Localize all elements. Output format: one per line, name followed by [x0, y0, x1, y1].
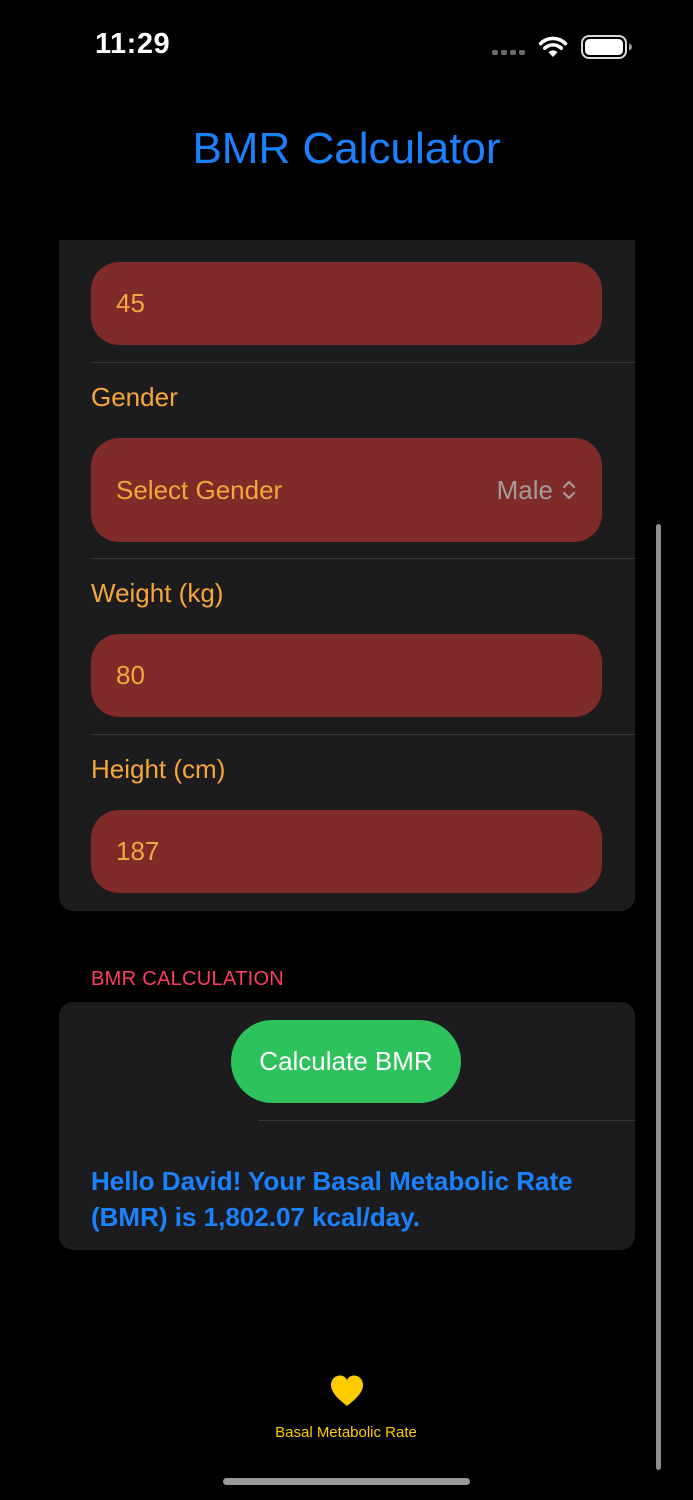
page-title: BMR Calculator: [192, 124, 501, 173]
gender-picker-label: Select Gender: [116, 474, 283, 505]
row-divider: [91, 734, 635, 735]
battery-icon: [581, 35, 632, 59]
height-label: Height (cm): [91, 754, 226, 784]
row-divider: [91, 558, 635, 559]
home-indicator[interactable]: [223, 1478, 470, 1485]
gender-picker[interactable]: Select Gender Male: [91, 438, 602, 542]
scroll-indicator[interactable]: [656, 524, 661, 1470]
status-time: 11:29: [95, 28, 171, 60]
calculate-bmr-button[interactable]: Calculate BMR: [231, 1020, 461, 1103]
chevron-up-down-icon: [562, 480, 576, 500]
age-value: 45: [116, 288, 145, 318]
row-divider: [91, 362, 635, 363]
weight-field[interactable]: 80: [91, 634, 602, 717]
gender-selected-value: Male: [496, 474, 553, 505]
heart-icon: [331, 1375, 363, 1406]
age-field[interactable]: 45: [91, 262, 602, 345]
height-field[interactable]: 187: [91, 810, 602, 893]
height-value: 187: [116, 836, 160, 866]
weight-label: Weight (kg): [91, 578, 224, 608]
gender-picker-value: Male: [497, 475, 577, 506]
tab-basal-metabolic-rate[interactable]: Basal Metabolic Rate: [246, 1374, 446, 1446]
cellular-signal-icon: [492, 50, 525, 55]
bmr-result-text: Hello David! Your Basal Metabolic Rate (…: [91, 1166, 573, 1232]
gender-label: Gender: [91, 382, 178, 412]
row-divider: [258, 1120, 635, 1121]
section-header: BMR CALCULATION: [91, 968, 285, 990]
wifi-icon: [538, 36, 568, 57]
weight-value: 80: [116, 660, 145, 690]
tab-label: Basal Metabolic Rate: [275, 1424, 417, 1441]
